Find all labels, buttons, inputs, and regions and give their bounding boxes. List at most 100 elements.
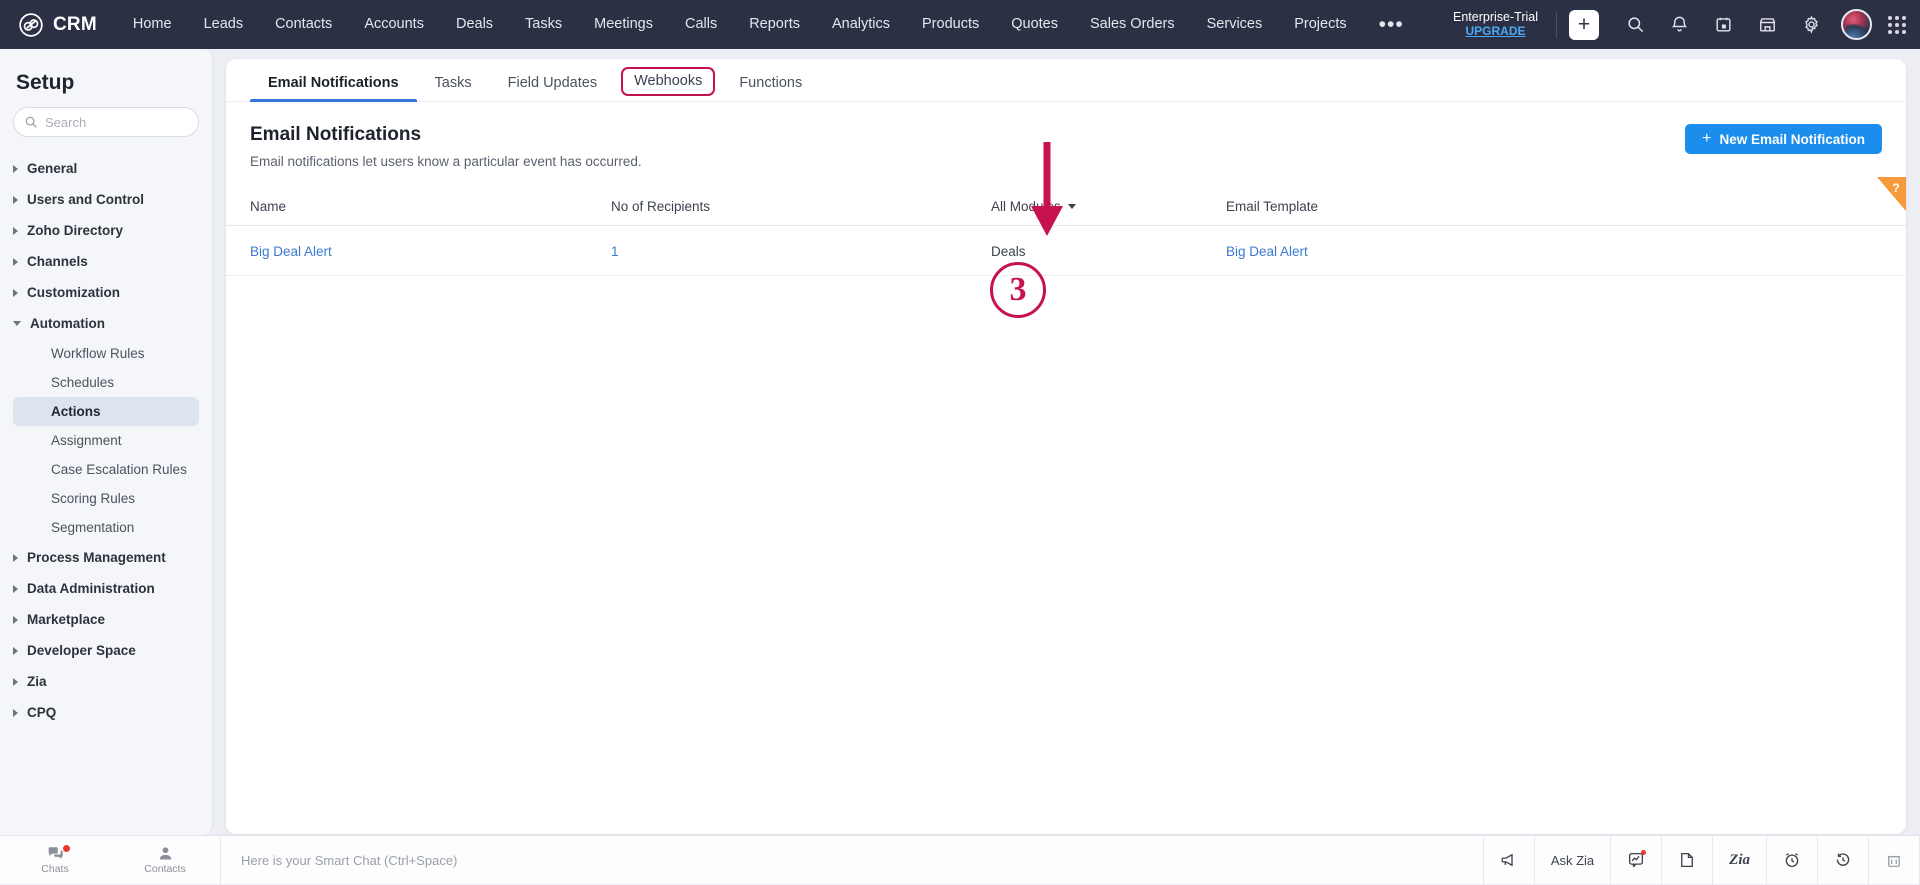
sidebar-group-label: Data Administration: [27, 581, 155, 596]
reminders-button[interactable]: [1766, 836, 1817, 885]
upgrade-link[interactable]: UPGRADE: [1466, 25, 1526, 39]
chevron-right-icon: [13, 227, 18, 235]
top-nav-right-cluster: Enterprise-Trial UPGRADE +: [1453, 8, 1906, 42]
sidebar-item-segmentation[interactable]: Segmentation: [13, 513, 199, 542]
tab-field-updates[interactable]: Field Updates: [490, 76, 615, 102]
notification-name-link[interactable]: Big Deal Alert: [250, 244, 332, 259]
question-mark-icon: ?: [1892, 181, 1899, 195]
nav-item-sales-orders[interactable]: Sales Orders: [1074, 0, 1191, 49]
sidebar-item-zoho-directory[interactable]: Zoho Directory: [0, 215, 212, 246]
sidebar-group-label: Marketplace: [27, 612, 105, 627]
search-icon[interactable]: [1618, 8, 1652, 42]
tab-tasks[interactable]: Tasks: [417, 76, 490, 102]
cell-module: Deals: [991, 226, 1226, 276]
content-card: Email Notifications Tasks Field Updates …: [226, 59, 1906, 834]
sidebar-item-workflow-rules[interactable]: Workflow Rules: [13, 339, 199, 368]
recipients-count-link[interactable]: 1: [611, 244, 619, 259]
nav-more-button[interactable]: •••: [1363, 9, 1420, 41]
history-icon: [1834, 851, 1852, 869]
nav-item-meetings[interactable]: Meetings: [578, 0, 669, 49]
nav-item-services[interactable]: Services: [1191, 0, 1279, 49]
column-header-modules[interactable]: All Modules: [991, 191, 1226, 226]
trial-status[interactable]: Enterprise-Trial UPGRADE: [1453, 10, 1552, 38]
nav-item-analytics[interactable]: Analytics: [816, 0, 906, 49]
nav-item-projects[interactable]: Projects: [1278, 0, 1362, 49]
brand-logo-group[interactable]: CRM: [18, 12, 97, 38]
tab-webhooks[interactable]: Webhooks: [621, 67, 715, 97]
smart-chat-input[interactable]: Here is your Smart Chat (Ctrl+Space): [221, 853, 457, 868]
sidebar-item-channels[interactable]: Channels: [0, 246, 212, 277]
sidebar-item-cpq[interactable]: CPQ: [0, 697, 212, 728]
tab-functions[interactable]: Functions: [721, 76, 820, 102]
zia-button[interactable]: Zia: [1712, 836, 1766, 885]
sidebar-item-marketplace[interactable]: Marketplace: [0, 604, 212, 635]
nav-item-reports[interactable]: Reports: [733, 0, 816, 49]
nav-item-products[interactable]: Products: [906, 0, 995, 49]
search-input[interactable]: [45, 115, 188, 130]
sidebar-item-scoring-rules[interactable]: Scoring Rules: [13, 484, 199, 513]
chevron-down-icon: [1068, 204, 1076, 209]
nav-item-leads[interactable]: Leads: [188, 0, 260, 49]
tab-email-notifications[interactable]: Email Notifications: [250, 76, 417, 102]
sidebar-item-users-and-control[interactable]: Users and Control: [0, 184, 212, 215]
grid-menu-icon[interactable]: [1888, 16, 1906, 34]
table-row[interactable]: Big Deal Alert 1 Deals Big Deal Alert: [226, 226, 1906, 276]
sidebar-item-process-management[interactable]: Process Management: [0, 542, 212, 573]
chevron-right-icon: [13, 165, 18, 173]
nav-item-home[interactable]: Home: [117, 0, 188, 49]
contacts-button[interactable]: Contacts: [110, 836, 220, 885]
recycle-bin-button[interactable]: [1868, 836, 1920, 885]
column-header-recipients[interactable]: No of Recipients: [611, 191, 991, 226]
nav-item-quotes[interactable]: Quotes: [995, 0, 1074, 49]
store-icon[interactable]: [1750, 8, 1784, 42]
calendar-icon[interactable]: [1706, 8, 1740, 42]
avatar[interactable]: [1841, 9, 1872, 40]
sidebar-item-actions[interactable]: Actions: [13, 397, 199, 426]
chevron-right-icon: [13, 196, 18, 204]
ask-zia-label: Ask Zia: [1551, 853, 1594, 868]
gear-icon[interactable]: [1794, 8, 1828, 42]
sidebar-item-automation[interactable]: Automation: [0, 308, 212, 339]
email-template-link[interactable]: Big Deal Alert: [1226, 244, 1308, 259]
sidebar-search[interactable]: [13, 107, 199, 137]
column-header-name[interactable]: Name: [226, 191, 611, 226]
setup-sidebar: Setup General Users and Control Zoho Dir…: [0, 49, 212, 835]
sidebar-item-data-administration[interactable]: Data Administration: [0, 573, 212, 604]
zia-insights-button[interactable]: [1610, 836, 1661, 885]
nav-item-tasks[interactable]: Tasks: [509, 0, 578, 49]
sidebar-item-assignment[interactable]: Assignment: [13, 426, 199, 455]
sidebar-item-case-escalation-rules[interactable]: Case Escalation Rules: [13, 455, 199, 484]
chats-button[interactable]: Chats: [0, 836, 110, 885]
sidebar-group-label: Zoho Directory: [27, 223, 123, 238]
sidebar-item-general[interactable]: General: [0, 153, 212, 184]
announcements-button[interactable]: [1483, 836, 1534, 885]
notes-button[interactable]: [1661, 836, 1712, 885]
sidebar-group-label: General: [27, 161, 77, 176]
sidebar-item-customization[interactable]: Customization: [0, 277, 212, 308]
sidebar-group-label: Channels: [27, 254, 88, 269]
sidebar-item-developer-space[interactable]: Developer Space: [0, 635, 212, 666]
modules-filter-dropdown[interactable]: All Modules: [991, 199, 1076, 214]
sidebar-item-schedules[interactable]: Schedules: [13, 368, 199, 397]
add-new-button[interactable]: +: [1569, 10, 1599, 40]
zia-logo-icon: Zia: [1729, 852, 1750, 869]
chat-bubbles-icon: [45, 845, 65, 862]
nav-item-calls[interactable]: Calls: [669, 0, 733, 49]
table-body: Big Deal Alert 1 Deals Big Deal Alert: [226, 226, 1906, 276]
bell-icon[interactable]: [1662, 8, 1696, 42]
chevron-right-icon: [13, 585, 18, 593]
chevron-right-icon: [13, 616, 18, 624]
recent-activity-button[interactable]: [1817, 836, 1868, 885]
nav-item-deals[interactable]: Deals: [440, 0, 509, 49]
ask-zia-button[interactable]: Ask Zia: [1534, 836, 1610, 885]
nav-item-accounts[interactable]: Accounts: [348, 0, 440, 49]
column-header-email-template[interactable]: Email Template: [1226, 191, 1906, 226]
chevron-down-icon: [13, 321, 21, 326]
page-body: Setup General Users and Control Zoho Dir…: [0, 49, 1920, 884]
nav-item-contacts[interactable]: Contacts: [259, 0, 348, 49]
chevron-right-icon: [13, 709, 18, 717]
megaphone-icon: [1500, 851, 1518, 869]
sidebar-item-zia[interactable]: Zia: [0, 666, 212, 697]
new-email-notification-button[interactable]: + New Email Notification: [1685, 124, 1882, 154]
divider: [1556, 12, 1557, 38]
